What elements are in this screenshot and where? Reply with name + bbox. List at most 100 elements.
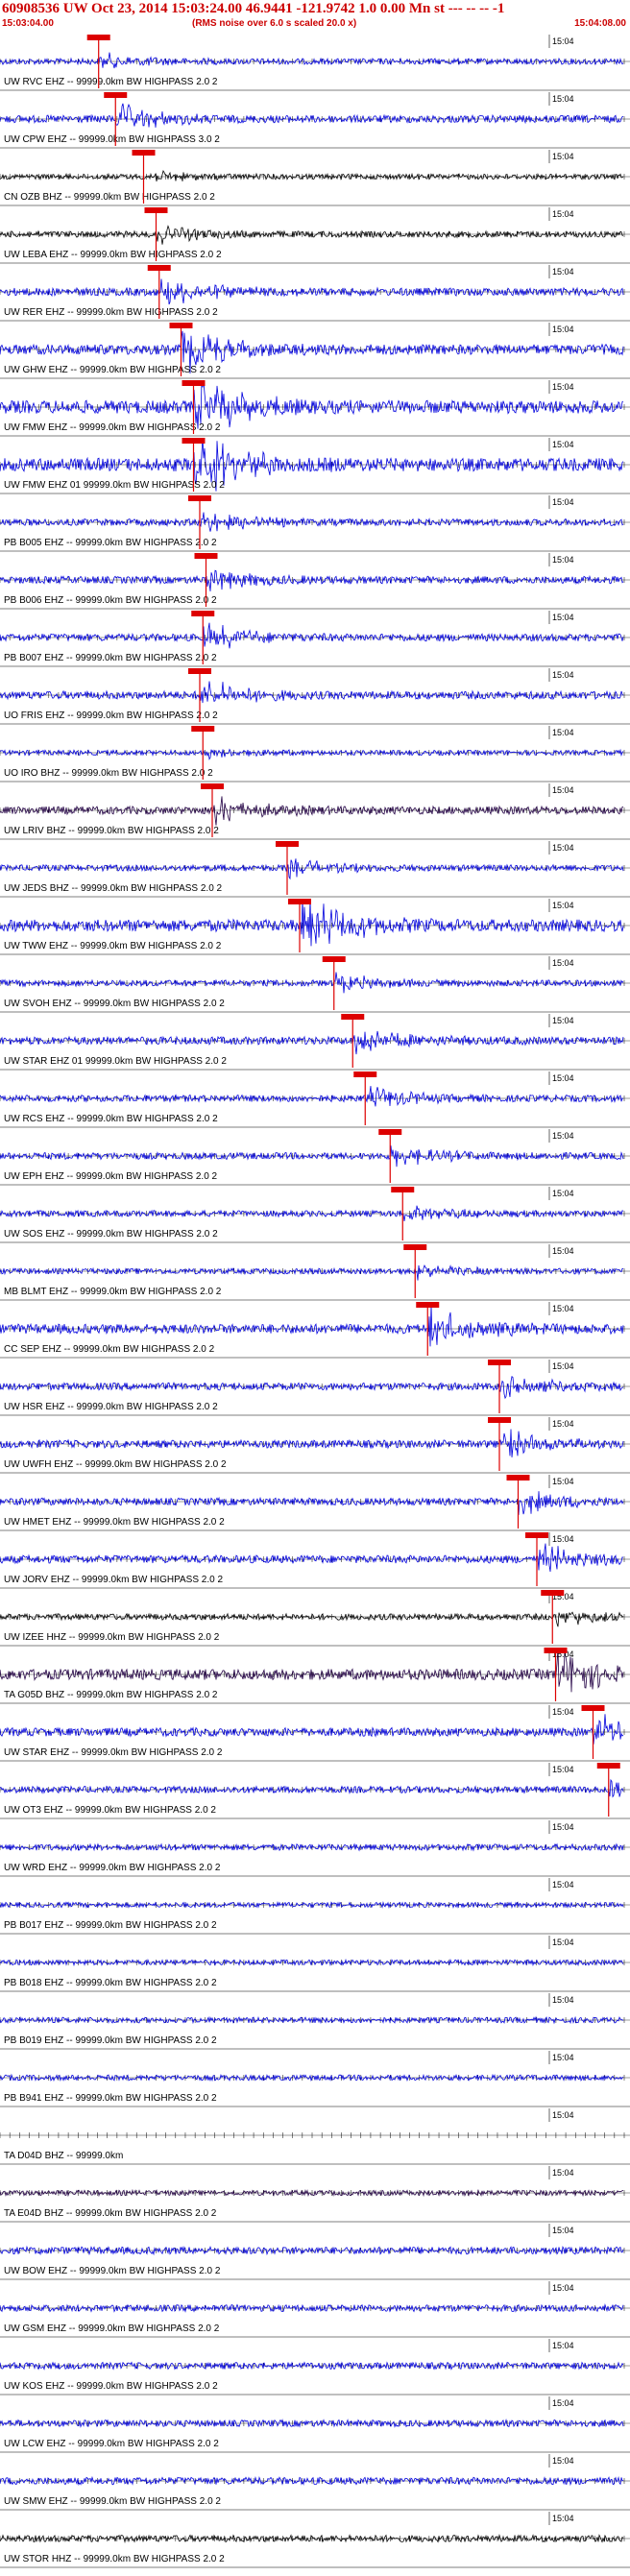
station-label: PB B007 EHZ -- 99999.0km BW HIGHPASS 2.0… xyxy=(4,653,217,663)
station-label: PB B019 EHZ -- 99999.0km BW HIGHPASS 2.0… xyxy=(4,2035,217,2046)
waveform xyxy=(0,748,624,760)
pick-flag xyxy=(525,1532,548,1538)
start-time: 15:03:04.00 xyxy=(2,18,54,29)
minute-label: 15:04 xyxy=(552,2226,574,2235)
pick-flag xyxy=(322,956,346,962)
pick-flag xyxy=(144,207,168,213)
waveform xyxy=(0,681,624,704)
pick-flag xyxy=(378,1129,402,1135)
pick-flag xyxy=(488,1417,511,1423)
minute-label: 15:04 xyxy=(552,728,574,737)
pick-flag xyxy=(596,1763,620,1769)
station-label: UW LEBA EHZ -- 99999.0km BW HIGHPASS 2.0… xyxy=(4,250,222,260)
minute-label: 15:04 xyxy=(552,2168,574,2178)
station-label: CC SEP EHZ -- 99999.0km BW HIGHPASS 2.0 … xyxy=(4,1344,215,1355)
minute-label: 15:04 xyxy=(552,1016,574,1025)
station-label: UW GHW EHZ -- 99999.0km BW HIGHPASS 2.0 … xyxy=(4,365,221,375)
pick-flag xyxy=(391,1187,415,1192)
waveform xyxy=(0,103,624,128)
pick-flag xyxy=(182,380,206,386)
minute-label: 15:04 xyxy=(552,1995,574,2005)
minute-label: 15:04 xyxy=(552,2110,574,2120)
station-label: PB B017 EHZ -- 99999.0km BW HIGHPASS 2.0… xyxy=(4,1920,217,1931)
station-label: UW WRD EHZ -- 99999.0km BW HIGHPASS 2.0 … xyxy=(4,1863,221,1873)
waveform xyxy=(0,1647,624,1693)
pick-flag xyxy=(147,265,171,271)
minute-label: 15:04 xyxy=(552,1880,574,1890)
pick-flag xyxy=(276,841,299,847)
station-label: PB B018 EHZ -- 99999.0km BW HIGHPASS 2.0… xyxy=(4,1978,217,1988)
station-label: UW SOS EHZ -- 99999.0km BW HIGHPASS 2.0 … xyxy=(4,1229,218,1240)
minute-label: 15:04 xyxy=(552,2398,574,2408)
station-label: UW EPH EHZ -- 99999.0km BW HIGHPASS 2.0 … xyxy=(4,1171,218,1182)
waveform xyxy=(0,569,624,591)
minute-label: 15:04 xyxy=(552,1073,574,1083)
minute-label: 15:04 xyxy=(552,94,574,104)
pick-flag xyxy=(169,323,193,328)
pick-flag xyxy=(341,1014,365,1020)
pick-flag xyxy=(86,35,110,40)
station-label: UW RVC EHZ -- 99999.0km BW HIGHPASS 2.0 … xyxy=(4,77,218,87)
station-label: UW SMW EHZ -- 99999.0km BW HIGHPASS 2.0 … xyxy=(4,2496,221,2507)
minute-label: 15:04 xyxy=(552,325,574,334)
minute-label: 15:04 xyxy=(552,901,574,910)
minute-label: 15:04 xyxy=(552,2341,574,2350)
minute-label: 15:04 xyxy=(552,2514,574,2523)
station-label: UW TWW EHZ -- 99999.0km BW HIGHPASS 2.0 … xyxy=(4,941,222,951)
minute-label: 15:04 xyxy=(552,1361,574,1371)
waveform xyxy=(0,898,624,947)
minute-label: 15:04 xyxy=(552,1246,574,1256)
waveform xyxy=(0,858,624,880)
waveform xyxy=(0,1491,624,1515)
event-title: 60908536 UW Oct 23, 2014 15:03:24.00 46.… xyxy=(2,1,505,16)
plot-header: 60908536 UW Oct 23, 2014 15:03:24.00 46.… xyxy=(0,0,630,33)
minute-label: 15:04 xyxy=(552,785,574,795)
waveform xyxy=(0,1958,624,1967)
minute-label: 15:04 xyxy=(552,1707,574,1717)
waveform xyxy=(0,1543,624,1573)
minute-label: 15:04 xyxy=(552,382,574,392)
waveform xyxy=(0,1429,624,1457)
station-label: UW LCW EHZ -- 99999.0km BW HIGHPASS 2.0 … xyxy=(4,2439,219,2449)
seismogram-plot: 15:04 UW RVC EHZ -- 99999.0km BW HIGHPASS… xyxy=(0,33,630,2571)
pick-flag xyxy=(506,1475,530,1481)
waveform xyxy=(0,622,624,649)
station-label: MB BLMT EHZ -- 99999.0km BW HIGHPASS 2.0… xyxy=(4,1287,222,1297)
minute-label: 15:04 xyxy=(552,555,574,565)
station-label: UW JORV EHZ -- 99999.0km BW HIGHPASS 2.0… xyxy=(4,1575,223,1585)
station-label: UW STAR EHZ -- 99999.0km BW HIGHPASS 2.0… xyxy=(4,1747,223,1758)
waveform xyxy=(0,1778,624,1798)
waveform xyxy=(0,1264,624,1281)
station-label: UO IRO BHZ -- 99999.0km BW HIGHPASS 2.0 … xyxy=(4,768,213,779)
minute-label: 15:04 xyxy=(552,267,574,277)
minute-label: 15:04 xyxy=(552,497,574,507)
pick-flag xyxy=(188,668,211,674)
pick-flag xyxy=(104,92,128,98)
waveform xyxy=(0,170,624,181)
station-label: UO FRIS EHZ -- 99999.0km BW HIGHPASS 2.0… xyxy=(4,710,218,721)
station-label: UW SVOH EHZ -- 99999.0km BW HIGHPASS 2.0… xyxy=(4,999,225,1009)
waveform xyxy=(0,1304,624,1347)
pick-flag xyxy=(191,611,215,616)
station-label: UW HMET EHZ -- 99999.0km BW HIGHPASS 2.0… xyxy=(4,1517,225,1528)
pick-flag xyxy=(416,1302,440,1308)
station-label: UW FMW EHZ 01 99999.0km BW HIGHPASS 2.0 … xyxy=(4,480,225,491)
minute-label: 15:04 xyxy=(552,152,574,161)
station-label: UW FMW EHZ -- 99999.0km BW HIGHPASS 2.0 … xyxy=(4,422,221,433)
waveform xyxy=(0,1086,624,1107)
seismogram-canvas: 15:04 UW RVC EHZ -- 99999.0km BW HIGHPASS… xyxy=(0,35,630,2568)
station-label: UW RCS EHZ -- 99999.0km BW HIGHPASS 2.0 … xyxy=(4,1114,218,1124)
minute-label: 15:04 xyxy=(552,1419,574,1429)
minute-label: 15:04 xyxy=(552,1765,574,1774)
minute-label: 15:04 xyxy=(552,1534,574,1544)
minute-label: 15:04 xyxy=(552,440,574,449)
pick-flag xyxy=(488,1360,511,1365)
waveform xyxy=(0,1611,624,1627)
minute-label: 15:04 xyxy=(552,2053,574,2062)
minute-label: 15:04 xyxy=(552,2283,574,2293)
pick-flag xyxy=(403,1244,427,1250)
end-time: 15:04:08.00 xyxy=(574,18,626,29)
waveform xyxy=(0,1714,624,1745)
station-label: TA G05D BHZ -- 99999.0km BW HIGHPASS 2.0… xyxy=(4,1690,218,1700)
minute-label: 15:04 xyxy=(552,209,574,219)
